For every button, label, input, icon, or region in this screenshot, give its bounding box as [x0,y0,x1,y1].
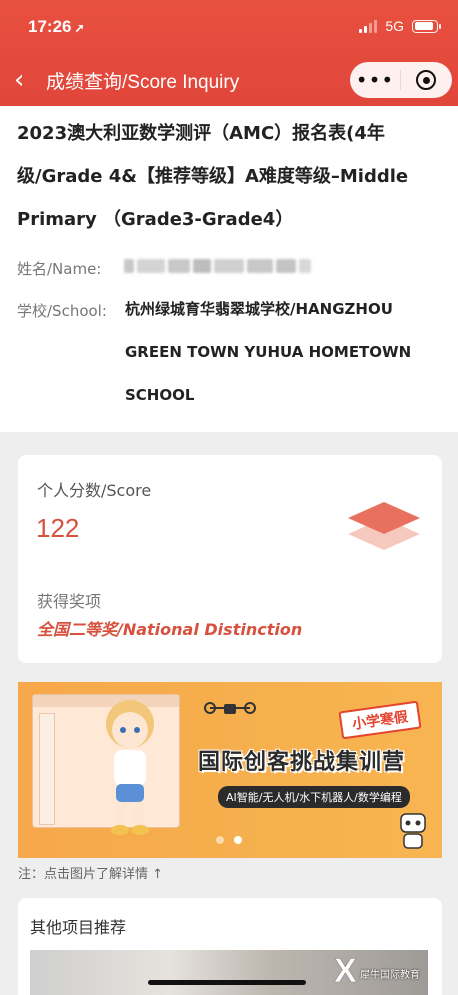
close-button[interactable] [401,70,451,90]
watermark-text: 犀牛国际教育 [360,970,420,981]
home-indicator [148,980,306,985]
mini-program-capsule: ••• [350,62,452,98]
battery-icon [412,19,441,33]
promo-banner[interactable]: 小学寒假 国际创客挑战集训营 AI智能/无人机/水下机器人/数学编程 [18,682,442,858]
svg-text:X: X [334,952,357,990]
character-illustration [106,700,154,835]
more-button[interactable]: ••• [350,62,400,98]
drone-icon [204,702,256,714]
name-value-redacted [124,255,319,277]
location-arrow-icon: ➚ [74,21,85,35]
school-label: 学校/School: [17,302,107,320]
carousel-dot[interactable] [216,836,224,844]
status-time: 17:26 ➚ [28,17,85,36]
exam-title: 2023澳大利亚数学测评（AMC）报名表(4年级/Grade 4&【推荐等级】A… [17,123,409,230]
score-label: 个人分数/Score [37,481,152,500]
banner-tag: 小学寒假 [338,700,422,740]
carousel-dot[interactable] [234,836,242,844]
score-value: 122 [36,513,80,543]
award-value: 全国二等奖/National Distinction [37,620,303,639]
award-label: 获得奖项 [37,592,102,611]
layers-icon [348,502,420,550]
network-type: 5G [385,18,404,34]
close-circle-icon [416,70,436,90]
banner-headline: 国际创客挑战集训营 [198,750,406,775]
back-arrow-icon[interactable]: ‹ [14,66,34,94]
robot-icon [400,813,426,849]
page-title: 成绩查询/Score Inquiry [46,72,240,93]
name-label: 姓名/Name: [17,260,102,278]
status-indicators: 5G [359,18,441,34]
signal-icon [359,19,378,33]
banner-subline: AI智能/无人机/水下机器人/数学编程 [218,786,410,808]
other-projects-title: 其他项目推荐 [30,918,127,937]
carousel-dots [216,836,242,844]
header-bar: 17:26 ➚ 5G ‹ 成绩查询/Score Inquiry ••• [0,0,458,106]
banner-note: 注：点击图片了解详情 ↑ [18,867,164,882]
school-value: 杭州绿城育华翡翠城学校/HANGZHOU GREEN TOWN YUHUA HO… [125,300,412,404]
